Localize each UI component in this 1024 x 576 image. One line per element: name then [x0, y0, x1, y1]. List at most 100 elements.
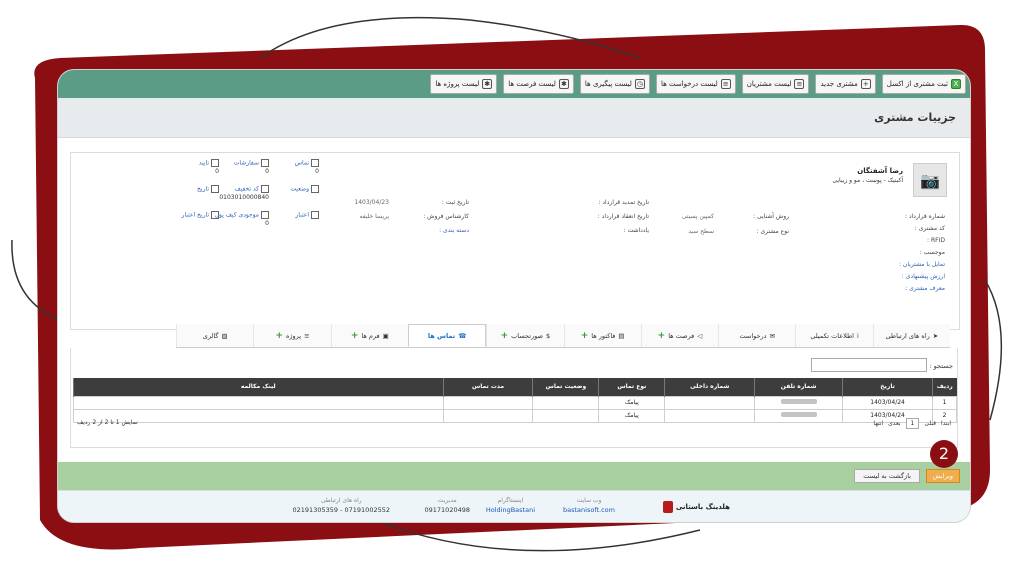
edit-button[interactable]: ویرایش — [925, 469, 960, 483]
table-cell — [442, 408, 534, 423]
footer-contact-label: اینستاگرام — [497, 497, 524, 504]
table-cell — [532, 395, 600, 410]
brand: هلدینگ باستانی — [662, 501, 730, 513]
app-screen: X ثبت مشتری از اکسل + مشتری جدید ≡ لیست مشتری… — [58, 70, 970, 522]
add-icon[interactable]: + — [351, 331, 359, 341]
customer-name: رضا آشفتگان — [857, 167, 903, 175]
tab-5[interactable]: $ صورتحساب + — [486, 324, 564, 347]
quick-item-label: تاریخ اعتبار — [181, 211, 209, 219]
toolbar-label: لیست فرصت ها — [508, 80, 556, 88]
toolbar-button-3[interactable]: ≡ لیست درخواست ها — [655, 74, 736, 94]
quick-item-3[interactable]: وضعیت — [290, 185, 319, 194]
column-header-2: شماره تلفن — [754, 378, 843, 396]
add-icon[interactable]: + — [501, 331, 509, 341]
tab-1[interactable]: i اطلاعات تکمیلی — [795, 324, 873, 347]
title-bar: جزییات مشتری — [58, 98, 970, 138]
col4-label-1: کارشناس فروش : — [423, 213, 469, 220]
tab-8[interactable]: ≡ پروژه + — [253, 324, 331, 347]
quick-item-count: 0 — [265, 167, 269, 175]
back-to-list-button[interactable]: بازگشت به لیست — [854, 469, 920, 483]
quick-item-5[interactable]: تاریخ — [197, 185, 219, 194]
footer-contact-2: مدیریت 09171020498 — [425, 497, 471, 514]
tab-label: فرصت ها — [668, 331, 695, 340]
quick-item-icon — [261, 159, 269, 167]
toolbar-label: لیست پیگیری ها — [584, 80, 632, 88]
search-input[interactable] — [811, 358, 927, 372]
tab-label: تماس ها — [427, 331, 456, 340]
quick-item-1[interactable]: سفارشات 0 — [234, 159, 269, 176]
quick-item-icon — [311, 211, 319, 219]
customer-card: 📷 رضا آشفتگان آکبنیک - پوست ، مو و زیبای… — [70, 152, 960, 330]
add-icon[interactable]: + — [581, 331, 589, 341]
quick-item-icon — [211, 185, 219, 193]
quick-item-4[interactable]: کد تخفیف 0103010000840 — [219, 185, 269, 202]
column-header-6: مدت تماس — [442, 378, 533, 396]
table-cell: پیامک — [598, 395, 666, 410]
chat-icon: ✉ — [769, 331, 776, 340]
tab-0[interactable]: ➤ راه های ارتباطی — [872, 324, 950, 347]
quick-item-8[interactable]: تاریخ اعتبار — [182, 211, 219, 220]
tab-3[interactable]: ◁ فرصت ها + — [640, 324, 719, 347]
footer-contact-value[interactable]: bastanisoft.com — [563, 506, 615, 514]
toolbar-button-2[interactable]: ≡ لیست مشتریان — [741, 74, 810, 94]
quick-item-label: سفارشات — [233, 159, 259, 167]
pager-prev[interactable]: قبلی — [924, 420, 936, 427]
footer-contact-value[interactable]: HoldingBastani — [486, 506, 535, 514]
tab-6[interactable]: ☎ تماس ها — [407, 324, 487, 347]
customer-subtitle: آکبنیک - پوست ، مو و زیبایی — [832, 177, 903, 184]
footer-contact-value[interactable]: 07191002552 - 02191305359 — [293, 506, 390, 514]
toolbar-button-5[interactable]: ✱ لیست فرصت ها — [503, 74, 574, 94]
pager-page[interactable]: 1 — [905, 418, 920, 429]
toolbar-label: لیست مشتریان — [746, 80, 792, 88]
quick-item-7[interactable]: موجودی کیف پول 0 — [215, 211, 269, 228]
quick-item-6[interactable]: اعتبار — [295, 211, 319, 220]
tab-9[interactable]: ▨ گالری — [176, 324, 254, 347]
quick-item-label: تاریخ — [197, 185, 209, 193]
search-label: جستجو : — [929, 362, 953, 370]
list-icon: ≡ — [304, 331, 310, 340]
pager-next[interactable]: بعدی — [888, 420, 900, 427]
toolbar-button-4[interactable]: ◷ لیست پیگیری ها — [579, 74, 650, 94]
toolbar-button-0[interactable]: X ثبت مشتری از اکسل — [881, 74, 966, 94]
footer-contact-label: راه های ارتباطی — [320, 497, 362, 504]
tab-4[interactable]: ▤ فاکتور ها + — [563, 324, 641, 347]
quick-item-0[interactable]: تماس 0 — [295, 159, 319, 176]
quick-item-icon — [261, 211, 269, 219]
tab-label: پروژه — [285, 331, 302, 340]
pager-last[interactable]: انتها — [873, 420, 883, 427]
redacted-phone — [780, 399, 817, 404]
lightbulb-icon: ✱ — [558, 79, 569, 89]
tab-7[interactable]: ▣ فرم ها + — [330, 324, 408, 347]
field-label-0: شماره قرارداد : — [905, 213, 945, 220]
dollar-icon: $ — [546, 331, 551, 340]
table-row: 1 1403/04/24 پیامک — [73, 395, 957, 410]
column-header-3: شماره داخلی — [664, 378, 755, 396]
image-icon: ▨ — [221, 331, 228, 340]
table-cell — [442, 395, 534, 410]
pager-first[interactable]: ابتدا — [941, 420, 951, 427]
col4-value-1: پریسا خلیفه — [359, 213, 390, 220]
table-header-row: ردیف تاریخ شماره تلفن شماره داخلی نوع تماس وض… — [73, 378, 957, 396]
toolbar-button-1[interactable]: + مشتری جدید — [815, 74, 876, 94]
calls-panel: جستجو : ردیف تاریخ شماره تلفن شماره داخلی نو… — [70, 348, 958, 448]
tab-2[interactable]: ✉ درخواست — [718, 324, 796, 347]
column-header-5: وضعیت تماس — [532, 378, 599, 396]
page-title: جزییات مشتری — [874, 111, 956, 124]
table-cell — [73, 395, 444, 410]
quick-item-label: موجودی کیف پول — [214, 211, 259, 219]
quick-item-icon — [211, 159, 219, 167]
quick-item-label: کد تخفیف — [234, 185, 259, 193]
field-label-1: کد مشتری : — [914, 225, 945, 232]
table-cell: 1 — [932, 395, 957, 410]
toolbar-button-6[interactable]: ✱ لیست پروژه ها — [430, 74, 498, 94]
add-icon[interactable]: + — [658, 331, 666, 341]
add-icon[interactable]: + — [275, 331, 283, 341]
field-label-3: موجسب : — [919, 249, 945, 256]
invoice-icon: ▤ — [618, 331, 625, 340]
detail-tabs: ➤ راه های ارتباطی i اطلاعات تکمیلی ✉ درخواست ◁… — [176, 324, 950, 348]
col2-label-1: نوع مشتری : — [756, 228, 789, 235]
quick-item-2[interactable]: تایید 0 — [199, 159, 219, 176]
top-toolbar: X ثبت مشتری از اکسل + مشتری جدید ≡ لیست مشتری… — [58, 70, 970, 98]
col2-label-0: روش آشنایی : — [753, 213, 789, 220]
footer-contact-value[interactable]: 09171020498 — [425, 506, 471, 514]
